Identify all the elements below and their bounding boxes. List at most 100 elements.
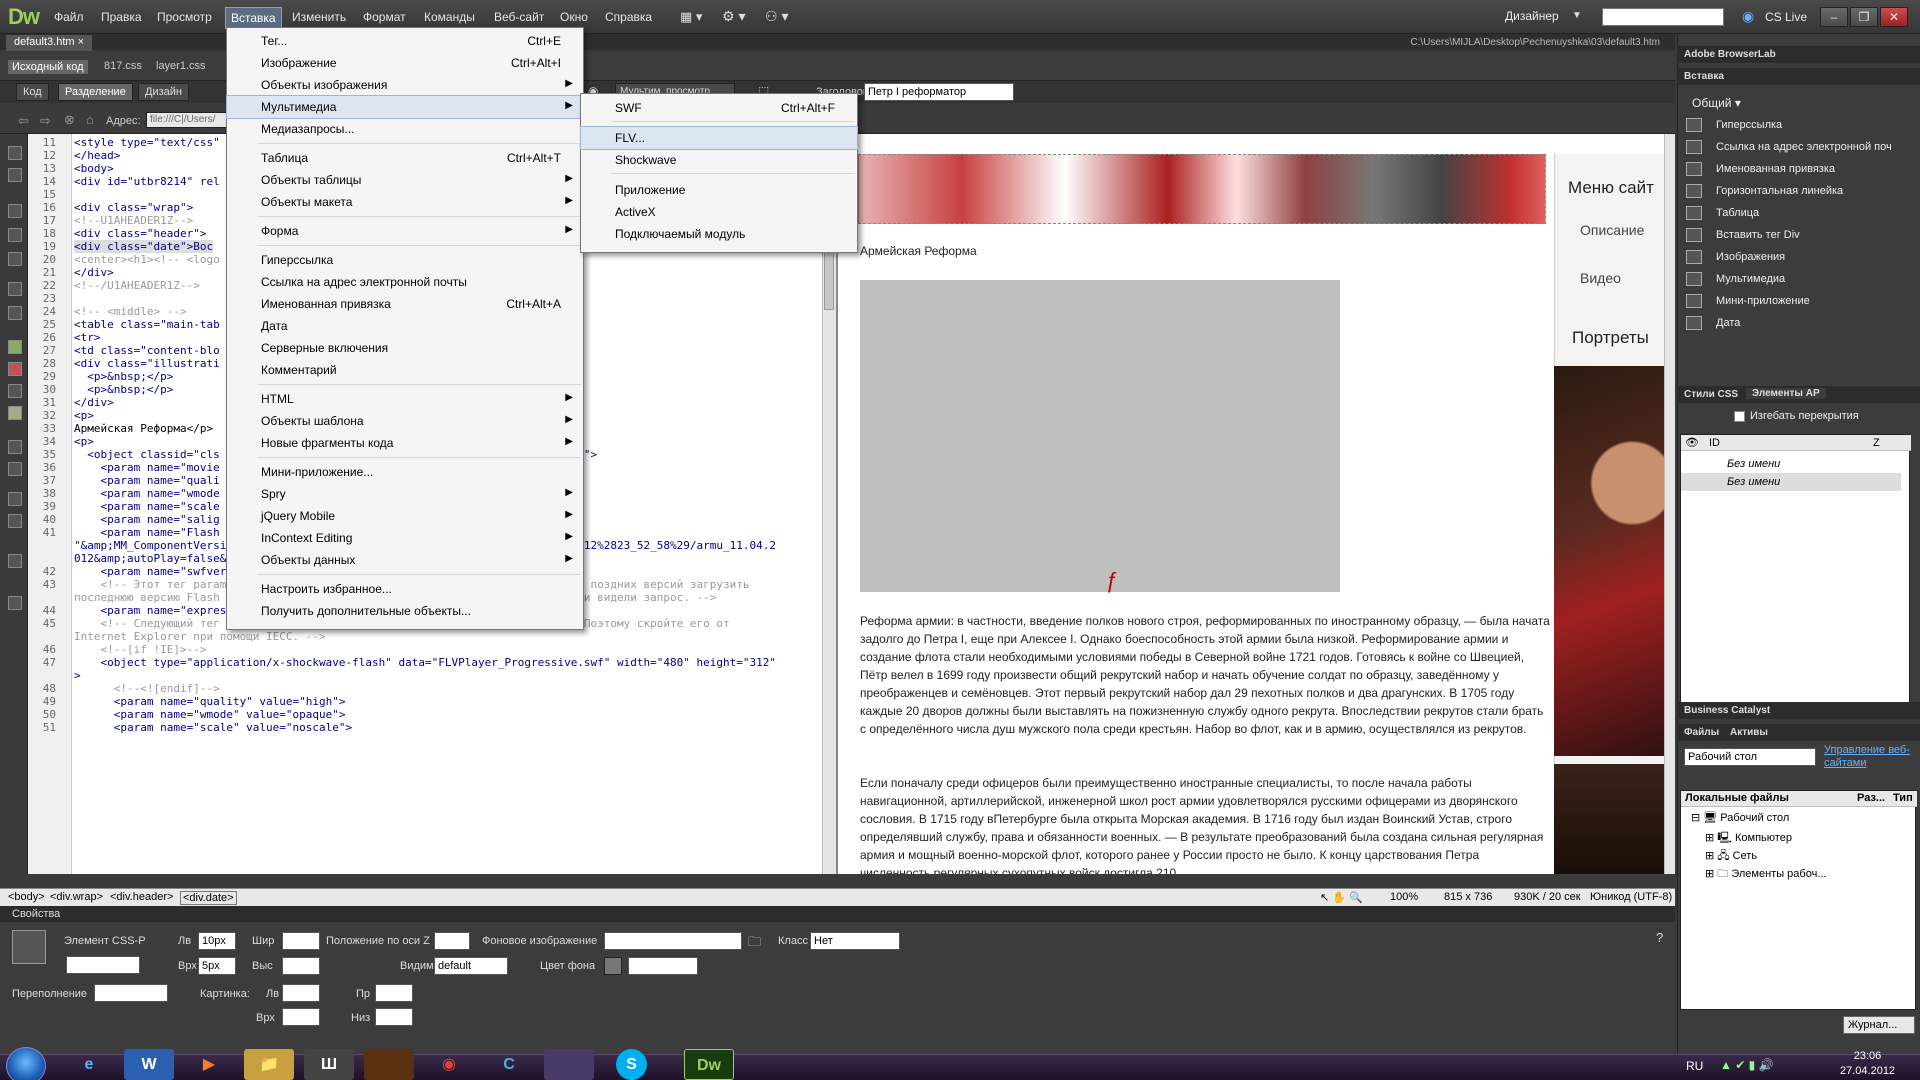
move-css-icon[interactable]: [8, 462, 22, 476]
layout-icon[interactable]: ▦ ▾: [680, 9, 702, 25]
insert-menu-item[interactable]: Гиперссылка: [227, 249, 583, 271]
insert-menu-item[interactable]: Ссылка на адрес электронной почты: [227, 271, 583, 293]
menu-website[interactable]: Веб-сайт: [494, 10, 544, 24]
insert-menu-item[interactable]: Объекты макета ▶: [227, 191, 583, 213]
menu-insert[interactable]: Вставка: [225, 7, 282, 29]
prevent-overlap-checkbox[interactable]: [1734, 411, 1745, 422]
overflow-select[interactable]: [94, 984, 168, 1002]
menu-modify[interactable]: Изменить: [292, 10, 346, 24]
side-link-video[interactable]: Видео: [1580, 270, 1621, 286]
balance-braces-icon[interactable]: [8, 252, 22, 266]
z-index-input[interactable]: [434, 932, 470, 950]
tree-item-network[interactable]: ⊞ 🖧 Сеть: [1705, 847, 1757, 866]
visibility-select[interactable]: default: [434, 957, 508, 975]
tray-clock[interactable]: 23:06 27.04.2012: [1840, 1049, 1895, 1079]
help-icon[interactable]: ?: [1656, 930, 1663, 945]
bg-color-input[interactable]: [628, 957, 698, 975]
insert-menu-item[interactable]: Тег... Ctrl+E: [227, 30, 583, 52]
top-input[interactable]: 5px: [198, 957, 236, 975]
ap-row[interactable]: Без имени: [1681, 473, 1901, 491]
forward-icon[interactable]: ⇨: [40, 113, 51, 129]
line-numbers-icon[interactable]: [8, 282, 22, 296]
menu-format[interactable]: Формат: [363, 10, 406, 24]
taskbar-ie-icon[interactable]: e: [64, 1049, 114, 1080]
insert-panel-item[interactable]: Дата: [1686, 312, 1906, 338]
height-input[interactable]: [282, 957, 320, 975]
insert-menu-item[interactable]: Объекты изображения ▶: [227, 74, 583, 96]
expand-all-icon[interactable]: [8, 204, 22, 218]
multimedia-menu-item[interactable]: Приложение: [581, 179, 857, 201]
insert-menu-item[interactable]: Настроить избранное...: [227, 578, 583, 600]
taskbar-dreamweaver-icon[interactable]: Dw: [684, 1049, 734, 1080]
insert-category-select[interactable]: Общий ▾: [1692, 96, 1741, 110]
insert-menu-item[interactable]: Серверные включения: [227, 337, 583, 359]
workspace-switcher[interactable]: Дизайнер: [1505, 9, 1559, 23]
left-input[interactable]: 10px: [198, 932, 236, 950]
taskbar-skype-icon[interactable]: S: [616, 1049, 647, 1080]
close-button[interactable]: ✕: [1880, 7, 1908, 27]
select-tool-icon[interactable]: ↖ ✋ 🔍: [1320, 891, 1363, 904]
outdent-icon[interactable]: [8, 514, 22, 528]
insert-menu-item[interactable]: Таблица Ctrl+Alt+T: [227, 147, 583, 169]
zoom-level[interactable]: 100%: [1390, 891, 1418, 903]
insert-menu-item[interactable]: Дата: [227, 315, 583, 337]
multimedia-menu-item[interactable]: FLV...: [580, 126, 858, 150]
tag-crumb-wrap[interactable]: <div.wrap>: [50, 891, 103, 903]
window-size[interactable]: 815 x 736: [1444, 891, 1492, 903]
taskbar-app-icon[interactable]: Ш: [304, 1049, 354, 1080]
recent-snippets-icon[interactable]: [8, 440, 22, 454]
menu-file[interactable]: Файл: [54, 10, 84, 24]
back-icon[interactable]: ⇦: [18, 113, 29, 129]
highlight-invalid-icon[interactable]: [8, 306, 22, 320]
open-documents-icon[interactable]: [8, 146, 22, 160]
view-design-button[interactable]: Дизайн: [138, 83, 189, 101]
multimedia-menu-item[interactable]: Shockwave: [581, 149, 857, 171]
indent-icon[interactable]: [8, 492, 22, 506]
insert-menu-item[interactable]: Именованная привязка Ctrl+Alt+A: [227, 293, 583, 315]
tray-language[interactable]: RU: [1686, 1059, 1703, 1073]
help-search-input[interactable]: [1602, 8, 1724, 26]
chevron-down-icon[interactable]: ▼: [1572, 10, 1582, 21]
menu-help[interactable]: Справка: [605, 10, 652, 24]
insert-menu-item[interactable]: jQuery Mobile ▶: [227, 505, 583, 527]
site-select[interactable]: Рабочий стол: [1684, 748, 1816, 766]
multimedia-menu-item[interactable]: Подключаемый модуль: [581, 223, 857, 245]
insert-menu-item[interactable]: Объекты таблицы ▶: [227, 169, 583, 191]
tree-item-computer[interactable]: ⊞ 🖳 Компьютер: [1705, 829, 1792, 848]
taskbar-app3-icon[interactable]: [544, 1049, 594, 1080]
insert-menu-item[interactable]: Spry ▶: [227, 483, 583, 505]
tag-crumb-header[interactable]: <div.header>: [110, 891, 173, 903]
flash-video-placeholder[interactable]: ƒ: [860, 280, 1340, 593]
collapse-tag-icon[interactable]: [8, 168, 22, 182]
insert-menu-item[interactable]: Мультимедиа ▶: [226, 95, 584, 119]
home-icon[interactable]: ⌂: [86, 112, 94, 127]
tab-ap-elements[interactable]: Элементы AP: [1746, 388, 1826, 399]
gear-icon[interactable]: ⚙ ▾: [722, 8, 745, 25]
design-view[interactable]: Армейская Реформа ƒ Реформа армии: в час…: [836, 134, 1664, 874]
menu-window[interactable]: Окно: [560, 10, 588, 24]
manage-sites-link[interactable]: Управление веб-сайтами: [1824, 744, 1916, 770]
tray-icons[interactable]: ▲ ✔ ▮ 🔊: [1720, 1058, 1773, 1072]
related-source-code[interactable]: Исходный код: [8, 60, 88, 74]
select-parent-tag-icon[interactable]: [8, 228, 22, 242]
clip-left-input[interactable]: [282, 984, 320, 1002]
menu-edit[interactable]: Правка: [101, 10, 142, 24]
maximize-button[interactable]: ❐: [1850, 7, 1878, 27]
menu-view[interactable]: Просмотр: [157, 10, 212, 24]
insert-menu-item[interactable]: Медиазапросы...: [227, 118, 583, 140]
insert-menu-item[interactable]: Получить дополнительные объекты...: [227, 600, 583, 622]
class-select[interactable]: Нет: [810, 932, 900, 950]
syntax-error-icon[interactable]: [8, 340, 22, 354]
stop-icon[interactable]: ⊗: [64, 112, 75, 128]
journal-button[interactable]: Журнал...: [1843, 1016, 1915, 1034]
page-title-input[interactable]: Петр I реформатор: [864, 83, 1014, 101]
insert-menu-item[interactable]: InContext Editing ▶: [227, 527, 583, 549]
tree-item-desktop-items[interactable]: ⊞ 🗀 Элементы рабоч...: [1705, 865, 1827, 884]
clip-bottom-input[interactable]: [375, 1008, 413, 1026]
width-input[interactable]: [282, 932, 320, 950]
address-input[interactable]: file:///C|/Users/: [146, 112, 230, 128]
taskbar-game-icon[interactable]: [364, 1049, 414, 1080]
related-817-css[interactable]: 817.css: [104, 60, 142, 72]
insert-menu-item[interactable]: Мини-приложение...: [227, 461, 583, 483]
side-link-description[interactable]: Описание: [1580, 222, 1644, 238]
